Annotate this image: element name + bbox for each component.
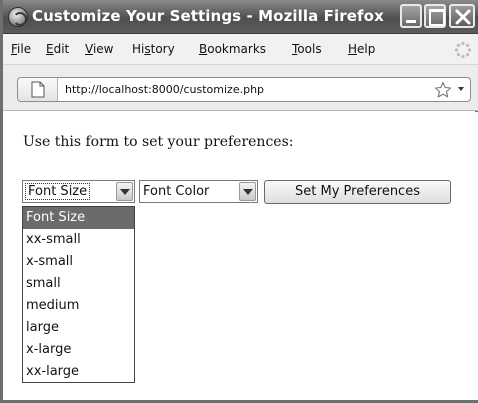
site-identity-button[interactable] (18, 78, 58, 101)
chevron-down-icon[interactable] (116, 182, 133, 201)
font-size-option[interactable]: large (23, 317, 134, 339)
url-text[interactable]: http://localhost:8000/customize.php (65, 83, 264, 96)
font-size-option[interactable]: x-large (23, 339, 134, 361)
set-preferences-button[interactable]: Set My Preferences (264, 180, 451, 204)
close-icon (455, 9, 471, 25)
close-button[interactable] (449, 4, 475, 28)
font-size-option[interactable]: xx-large (23, 361, 134, 383)
firefox-icon (8, 7, 28, 27)
menu-tools[interactable]: Tools (292, 42, 322, 56)
navigation-bar: http://localhost:8000/customize.php (3, 65, 478, 111)
intro-text: Use this form to set your preferences: (23, 134, 294, 150)
maximize-button[interactable] (424, 4, 446, 28)
window-title: Customize Your Settings - Mozilla Firefo… (32, 7, 384, 25)
menu-bar: File Edit View History Bookmarks Tools H… (3, 34, 478, 65)
menu-help[interactable]: Help (348, 42, 375, 56)
font-color-select[interactable]: Font Color (139, 180, 258, 203)
bookmark-star-icon[interactable] (434, 81, 452, 99)
font-color-selected-value: Font Color (143, 184, 210, 199)
font-size-option[interactable]: xx-small (23, 229, 134, 251)
minimize-button[interactable] (400, 4, 422, 28)
browser-window: Customize Your Settings - Mozilla Firefo… (0, 0, 478, 403)
font-size-option[interactable]: Font Size (23, 207, 134, 229)
throbber-icon (454, 41, 472, 59)
chevron-down-icon[interactable] (239, 182, 256, 201)
font-size-option[interactable]: x-small (23, 251, 134, 273)
menu-file[interactable]: File (11, 42, 31, 56)
font-size-select[interactable]: Font Size (22, 180, 135, 203)
url-bar[interactable]: http://localhost:8000/customize.php (17, 77, 471, 102)
menu-history[interactable]: History (132, 42, 175, 56)
font-size-selected-value: Font Size (25, 183, 91, 200)
url-dropdown-arrow-icon[interactable] (458, 87, 464, 91)
menu-bookmarks[interactable]: Bookmarks (199, 42, 266, 56)
font-size-dropdown-list: Font Size xx-small x-small small medium … (22, 206, 135, 383)
font-size-option[interactable]: medium (23, 295, 134, 317)
page-icon (31, 81, 45, 98)
menu-edit[interactable]: Edit (46, 42, 69, 56)
page-content: Use this form to set your preferences: F… (6, 112, 478, 400)
title-bar: Customize Your Settings - Mozilla Firefo… (3, 0, 478, 34)
font-size-option[interactable]: small (23, 273, 134, 295)
menu-view[interactable]: View (85, 42, 113, 56)
